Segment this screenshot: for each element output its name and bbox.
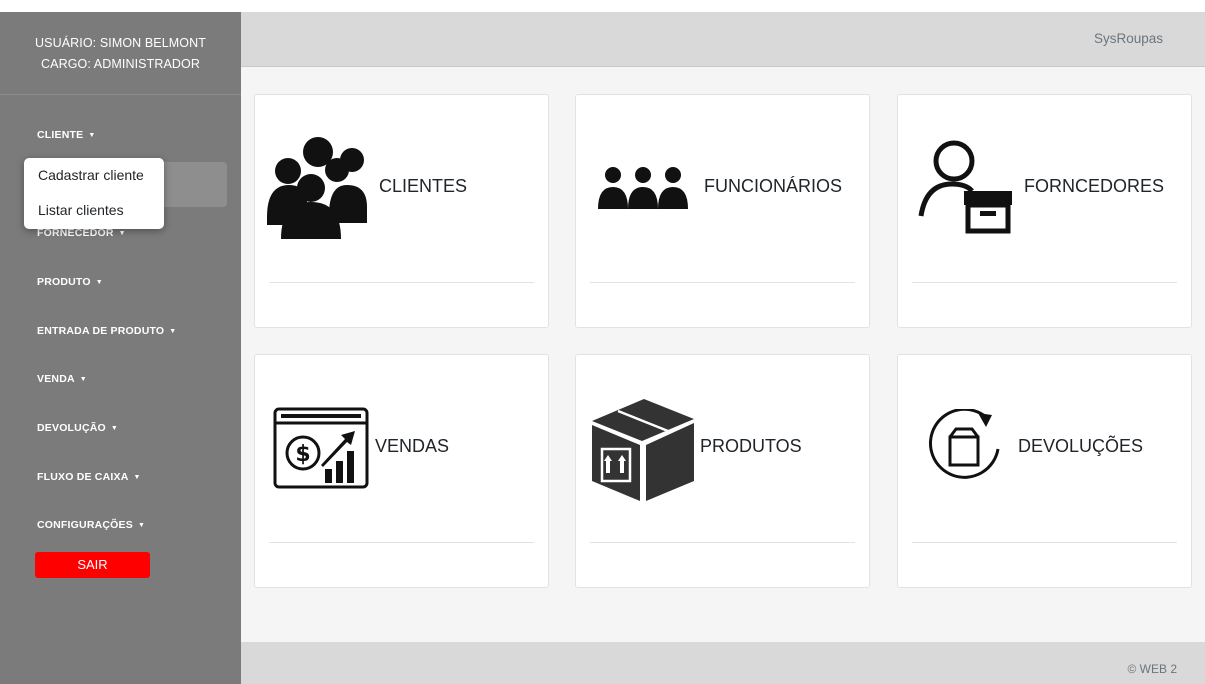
user-info: USUÁRIO: SIMON BELMONT CARGO: ADMINISTRA… bbox=[0, 12, 241, 95]
users-row-icon bbox=[598, 167, 688, 209]
card-vendas[interactable]: $ VENDAS bbox=[254, 354, 549, 588]
card-divider bbox=[269, 542, 534, 543]
card-clientes[interactable]: CLIENTES bbox=[254, 94, 549, 328]
card-title: CLIENTES bbox=[379, 176, 468, 196]
caret-down-icon: ▼ bbox=[137, 522, 146, 529]
dropdown-item-listar-clientes[interactable]: Listar clientes bbox=[38, 202, 124, 218]
caret-down-icon: ▼ bbox=[169, 328, 177, 335]
caret-down-icon: ▼ bbox=[110, 425, 119, 432]
card-title: FUNCIONÁRIOS bbox=[704, 176, 843, 196]
sidebar-item-label: CLIENTE bbox=[37, 129, 84, 141]
cliente-dropdown-menu: Cadastrar cliente Listar clientes bbox=[24, 158, 164, 229]
sidebar-item-label: ENTRADA DE PRODUTO bbox=[37, 325, 165, 337]
return-box-icon bbox=[928, 409, 1000, 479]
sidebar-item-configuracoes[interactable]: CONFIGURAÇÕES ▼ bbox=[37, 519, 145, 531]
main-content: CLIENTES FUNCIONÁRIOS FORNCEDORES $ VEND… bbox=[241, 67, 1205, 642]
sidebar-item-cliente[interactable]: CLIENTE ▼ bbox=[37, 129, 95, 141]
card-title: VENDAS bbox=[375, 436, 450, 456]
copyright-text: © WEB 2 bbox=[1127, 662, 1177, 676]
sidebar: USUÁRIO: SIMON BELMONT CARGO: ADMINISTRA… bbox=[0, 12, 241, 684]
sidebar-item-devolucao[interactable]: DEVOLUÇÃO ▼ bbox=[37, 422, 118, 434]
caret-down-icon: ▼ bbox=[118, 230, 126, 237]
svg-text:$: $ bbox=[295, 442, 310, 467]
caret-down-icon: ▼ bbox=[88, 132, 96, 139]
sidebar-item-label: PRODUTO bbox=[37, 276, 91, 288]
box-icon bbox=[592, 399, 694, 501]
card-title: DEVOLUÇÕES bbox=[1018, 436, 1144, 456]
card-divider bbox=[590, 542, 855, 543]
user-role: CARGO: ADMINISTRADOR bbox=[41, 57, 200, 71]
sidebar-item-produto[interactable]: PRODUTO ▼ bbox=[37, 276, 103, 288]
supplier-icon bbox=[918, 140, 1012, 234]
card-fornecedores[interactable]: FORNCEDORES bbox=[897, 94, 1192, 328]
people-group-icon bbox=[267, 137, 367, 239]
caret-down-icon: ▼ bbox=[133, 474, 141, 481]
sidebar-item-label: DEVOLUÇÃO bbox=[37, 422, 106, 434]
card-devolucoes[interactable]: DEVOLUÇÕES bbox=[897, 354, 1192, 588]
card-divider bbox=[912, 542, 1177, 543]
sidebar-item-fluxo-de-caixa[interactable]: FLUXO DE CAIXA ▼ bbox=[37, 471, 141, 483]
card-divider bbox=[590, 282, 855, 283]
brand-name: SysRoupas bbox=[1093, 31, 1163, 46]
caret-down-icon: ▼ bbox=[79, 376, 87, 383]
card-title: FORNCEDORES bbox=[1024, 176, 1165, 196]
card-funcionarios[interactable]: FUNCIONÁRIOS bbox=[575, 94, 870, 328]
sidebar-item-venda[interactable]: VENDA ▼ bbox=[37, 373, 87, 385]
card-divider bbox=[912, 282, 1177, 283]
sidebar-item-entrada-de-produto[interactable]: ENTRADA DE PRODUTO ▼ bbox=[37, 325, 176, 337]
sidebar-item-label: CONFIGURAÇÕES bbox=[37, 519, 133, 531]
sales-chart-icon: $ bbox=[273, 407, 369, 489]
dropdown-item-cadastrar-cliente[interactable]: Cadastrar cliente bbox=[38, 167, 144, 183]
logout-button[interactable]: SAIR bbox=[35, 552, 150, 578]
card-title: PRODUTOS bbox=[700, 436, 802, 456]
footer: © WEB 2 bbox=[241, 642, 1205, 684]
user-name: USUÁRIO: SIMON BELMONT bbox=[35, 36, 206, 50]
sidebar-item-label: VENDA bbox=[37, 373, 75, 385]
caret-down-icon: ▼ bbox=[95, 279, 103, 286]
top-header: SysRoupas bbox=[241, 12, 1205, 67]
sidebar-item-label: FLUXO DE CAIXA bbox=[37, 471, 129, 483]
card-produtos[interactable]: PRODUTOS bbox=[575, 354, 870, 588]
card-divider bbox=[269, 282, 534, 283]
